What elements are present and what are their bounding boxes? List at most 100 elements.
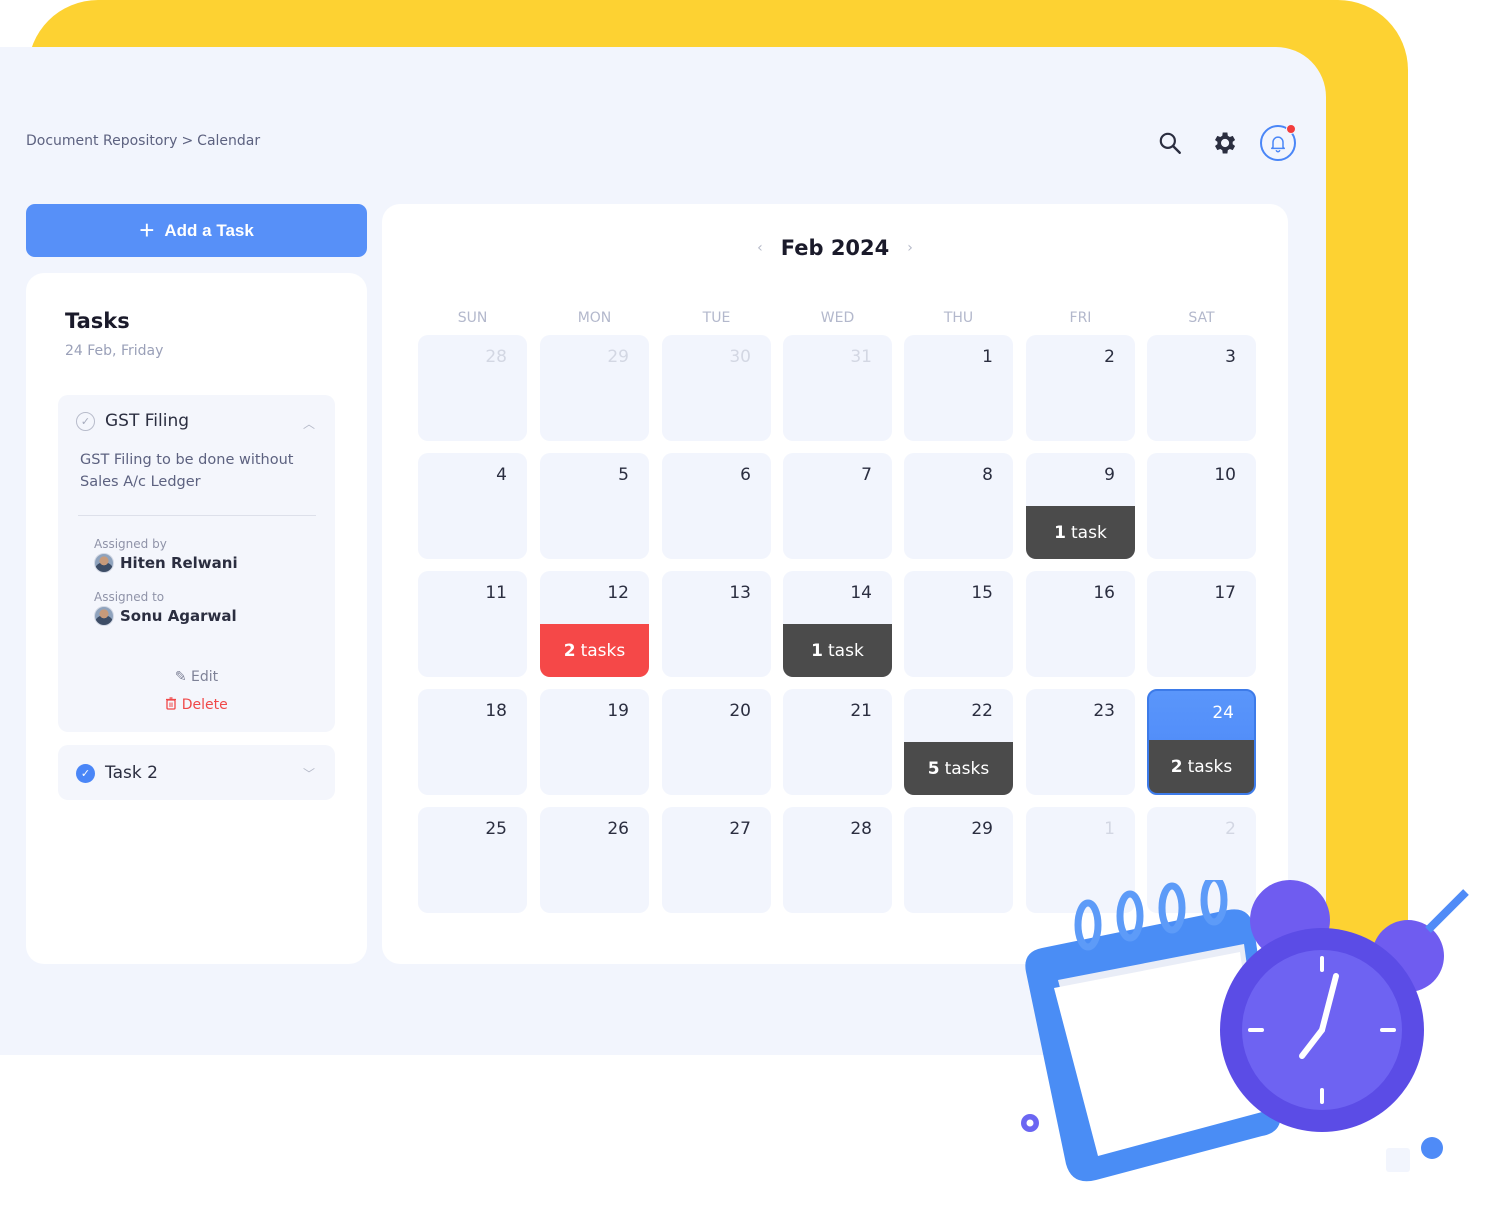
calendar-day-cell[interactable]: 24 2 tasks	[1147, 689, 1256, 795]
task-count-chip[interactable]: 1 task	[783, 624, 892, 677]
calendar-day-cell[interactable]: 30	[662, 335, 771, 441]
next-month-icon[interactable]: ›	[907, 240, 913, 256]
assigned-to-label: Assigned to	[94, 590, 165, 604]
month-title: Feb 2024	[780, 236, 890, 260]
calendar-day-cell[interactable]: 1	[904, 335, 1013, 441]
tasks-title: Tasks	[65, 309, 130, 333]
weekday-tue: TUE	[702, 310, 731, 326]
task-count-chip[interactable]: 1 task	[1026, 506, 1135, 559]
settings-button[interactable]	[1206, 125, 1242, 161]
calendar-day-cell[interactable]: 29	[540, 335, 649, 441]
tasks-panel: Tasks 24 Feb, Friday ✓ GST Filing ︿ GST …	[26, 273, 367, 964]
calendar-day-cell[interactable]: 25	[418, 807, 527, 913]
day-number: 31	[850, 347, 872, 367]
calendar-day-cell[interactable]: 26	[540, 807, 649, 913]
assigned-by-label: Assigned by	[94, 537, 167, 551]
prev-month-icon[interactable]: ‹	[757, 240, 763, 256]
calendar-day-cell[interactable]: 31	[783, 335, 892, 441]
calendar-day-cell[interactable]: 29	[904, 807, 1013, 913]
task-count-word: task	[1071, 522, 1107, 543]
day-number: 7	[861, 465, 872, 485]
calendar-day-cell[interactable]: 23	[1026, 689, 1135, 795]
task-count: 5	[927, 758, 940, 779]
calendar-day-cell[interactable]: 11	[418, 571, 527, 677]
calendar-day-cell[interactable]: 17	[1147, 571, 1256, 677]
task-count-chip[interactable]: 2 tasks	[1149, 740, 1254, 793]
calendar-day-cell[interactable]: 5	[540, 453, 649, 559]
assigned-by-name: Hiten Relwani	[120, 554, 238, 572]
calendar-day-cell[interactable]: 8	[904, 453, 1013, 559]
calendar-day-cell[interactable]: 19	[540, 689, 649, 795]
calendar-day-cell[interactable]: 2	[1026, 335, 1135, 441]
day-number: 2	[1225, 819, 1236, 839]
task-header[interactable]: ✓ Task 2	[76, 763, 158, 783]
search-icon	[1159, 132, 1181, 154]
checkmark-filled-icon[interactable]: ✓	[76, 763, 95, 783]
calendar-day-cell[interactable]: 12 2 tasks	[540, 571, 649, 677]
day-number: 21	[850, 701, 872, 721]
calendar-day-cell[interactable]: 22 5 tasks	[904, 689, 1013, 795]
calendar-day-cell[interactable]: 14 1 task	[783, 571, 892, 677]
chevron-down-icon[interactable]: ﹀	[303, 765, 315, 782]
calendar-day-cell[interactable]: 3	[1147, 335, 1256, 441]
weekday-sun: SUN	[457, 310, 488, 326]
avatar	[94, 553, 114, 573]
day-number: 20	[729, 701, 751, 721]
task-name: Task 2	[105, 763, 158, 783]
calendar-day-cell[interactable]: 16	[1026, 571, 1135, 677]
day-number: 15	[971, 583, 993, 603]
calendar-day-cell[interactable]: 9 1 task	[1026, 453, 1135, 559]
weekday-thu: THU	[943, 310, 974, 326]
task-count-chip[interactable]: 5 tasks	[904, 742, 1013, 795]
chevron-up-icon[interactable]: ︿	[303, 415, 315, 432]
day-number: 10	[1214, 465, 1236, 485]
day-number: 24	[1212, 703, 1234, 723]
day-number: 8	[982, 465, 993, 485]
day-number: 23	[1093, 701, 1115, 721]
calendar-day-cell[interactable]: 7	[783, 453, 892, 559]
breadcrumb-parent[interactable]: Document Repository	[26, 133, 177, 149]
edit-button[interactable]: ✎ Edit	[58, 669, 335, 685]
day-number: 13	[729, 583, 751, 603]
tasks-date: 24 Feb, Friday	[65, 343, 164, 359]
day-number: 19	[607, 701, 629, 721]
day-number: 5	[618, 465, 629, 485]
task-card-task-2[interactable]: ✓ Task 2 ﹀	[58, 745, 335, 800]
avatar	[94, 606, 114, 626]
task-header[interactable]: ✓ GST Filing	[76, 411, 189, 431]
day-number: 22	[971, 701, 993, 721]
day-number: 2	[1104, 347, 1115, 367]
calendar-day-cell[interactable]: 6	[662, 453, 771, 559]
day-number: 1	[982, 347, 993, 367]
calendar-day-cell[interactable]: 28	[418, 335, 527, 441]
add-task-label: Add a Task	[164, 220, 254, 240]
month-navigation: ‹ Feb 2024 ›	[382, 236, 1288, 260]
search-button[interactable]	[1152, 125, 1188, 161]
add-task-button[interactable]: + Add a Task	[26, 204, 367, 257]
calendar-day-cell[interactable]: 28	[783, 807, 892, 913]
calendar-day-cell[interactable]: 15	[904, 571, 1013, 677]
calendar-day-cell[interactable]: 18	[418, 689, 527, 795]
weekday-fri: FRI	[1069, 310, 1092, 326]
delete-button[interactable]: Delete	[58, 697, 335, 713]
edit-label: Edit	[191, 669, 219, 685]
notifications-button[interactable]	[1260, 124, 1296, 161]
day-number: 3	[1225, 347, 1236, 367]
calendar-day-cell[interactable]: 4	[418, 453, 527, 559]
task-count-chip[interactable]: 2 tasks	[540, 624, 649, 677]
breadcrumb-current: Calendar	[197, 133, 261, 149]
checkmark-circle-icon[interactable]: ✓	[76, 411, 95, 431]
day-number: 30	[729, 347, 751, 367]
day-number: 26	[607, 819, 629, 839]
calendar-day-cell[interactable]: 20	[662, 689, 771, 795]
trash-icon	[166, 697, 177, 710]
calendar-day-cell[interactable]: 27	[662, 807, 771, 913]
assigned-to-name: Sonu Agarwal	[120, 607, 237, 625]
plus-icon: +	[139, 214, 155, 245]
calendar-day-cell[interactable]: 10	[1147, 453, 1256, 559]
calendar-day-cell[interactable]: 21	[783, 689, 892, 795]
calendar-day-cell[interactable]: 13	[662, 571, 771, 677]
day-number: 28	[850, 819, 872, 839]
day-number: 1	[1104, 819, 1115, 839]
day-number: 17	[1214, 583, 1236, 603]
